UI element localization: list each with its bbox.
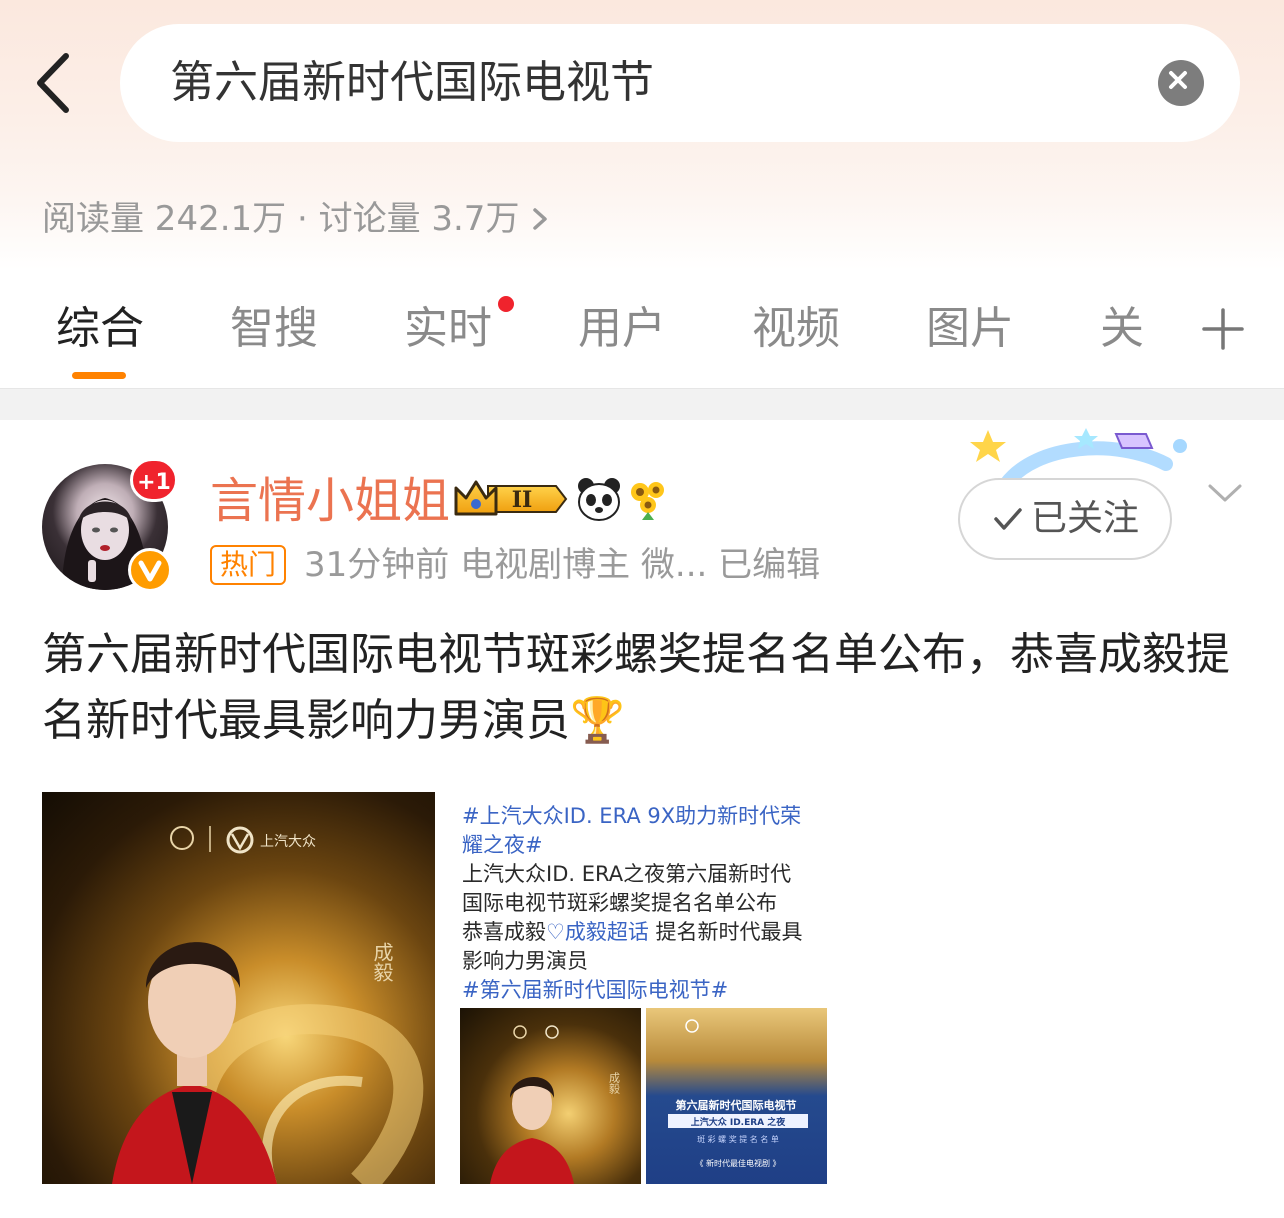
plus-icon [1202, 308, 1244, 350]
clear-icon [1169, 71, 1187, 89]
post-meta-text: 31分钟前 电视剧博主 微... 已编辑 [304, 545, 821, 585]
post-image-text-card[interactable]: #上汽大众ID. ERA 9X助力新时代荣 耀之夜# 上汽大众ID. ERA之夜… [446, 792, 840, 1184]
thumb2-award: 《 新时代最佳电视剧 》 [695, 1158, 780, 1168]
tab-smart-search[interactable]: 智搜 [230, 300, 318, 358]
post-meta: 热门 31分钟前 电视剧博主 微... 已编辑 [210, 542, 820, 588]
side-text-line: 影响力男演员 [462, 949, 588, 973]
search-input[interactable]: 第六届新时代国际电视节 [120, 24, 1240, 142]
clear-search-button[interactable] [1158, 60, 1204, 106]
follow-button-label: 已关注 [1030, 498, 1139, 539]
panda-icon [578, 478, 620, 521]
side-text-segment: 提名新时代最具 [648, 920, 803, 944]
side-text-line: 耀之夜# [462, 833, 543, 857]
super-topic-icon: ♡ [546, 920, 565, 944]
tab-realtime[interactable]: 实时 [404, 300, 492, 358]
side-thumbnail-poster: 第六届新时代国际电视节 上汽大众 ID.ERA 之夜 斑 彩 螺 奖 提 名 名… [646, 1008, 827, 1184]
tab-images[interactable]: 图片 [926, 300, 1014, 358]
post-image-main[interactable]: 上汽大众 成毅 [42, 792, 435, 1184]
image-main-name: 成毅 [370, 942, 394, 982]
topic-stats-text: 阅读量 242.1万 · 讨论量 3.7万 [42, 199, 520, 239]
side-thumbnail-portrait: 成毅 [460, 1008, 641, 1184]
avatar-notification-badge: +1 [130, 458, 178, 502]
vip-v-icon [128, 548, 172, 592]
tab-following[interactable]: 关 [1100, 300, 1144, 358]
sunflower-icon [631, 482, 664, 520]
active-tab-indicator [72, 372, 126, 379]
post-text: 第六届新时代国际电视节斑彩螺奖提名名单公布，恭喜成毅提名新时代最具影响力男演员🏆 [42, 629, 1230, 746]
username[interactable]: 言情小姐姐 [210, 470, 450, 532]
add-tab-button[interactable] [1200, 306, 1246, 352]
topic-stats-link[interactable]: 阅读量 242.1万 · 讨论量 3.7万 [42, 196, 553, 242]
chevron-right-icon [533, 208, 548, 230]
hot-tag: 热门 [210, 545, 287, 585]
crown-badge-icon: II [454, 480, 568, 516]
image-main-artwork: 上汽大众 成毅 [112, 826, 424, 1184]
svg-text:II: II [512, 487, 533, 513]
thumb2-subtitle: 上汽大众 ID.ERA 之夜 [691, 1116, 787, 1128]
tab-bar: 综合 智搜 实时 用户 视频 图片 关 [0, 290, 1284, 388]
side-text-line: 国际电视节斑彩螺奖提名名单公布 [462, 891, 777, 915]
side-text-line-mixed: 恭喜成毅♡成毅超话 提名新时代最具 [462, 918, 803, 947]
tab-videos[interactable]: 视频 [752, 300, 840, 358]
check-icon [994, 508, 1022, 530]
tab-comprehensive[interactable]: 综合 [56, 300, 144, 358]
thumb2-line: 斑 彩 螺 奖 提 名 名 单 [697, 1134, 779, 1144]
side-text-line: #上汽大众ID. ERA 9X助力新时代荣 [462, 804, 802, 828]
search-query-text: 第六届新时代国际电视节 [170, 57, 654, 108]
side-text-line: 上汽大众ID. ERA之夜第六届新时代 [462, 862, 792, 886]
image-main-brand: 上汽大众 [260, 834, 316, 850]
follow-button[interactable]: 已关注 [958, 478, 1172, 560]
section-divider [0, 388, 1284, 420]
super-topic-link: 成毅超话 [564, 920, 649, 944]
side-text-segment: 恭喜成毅 [462, 920, 546, 944]
chevron-down-icon[interactable] [1206, 478, 1244, 508]
back-chevron-icon [37, 53, 69, 113]
realtime-new-dot [498, 296, 514, 312]
thumb1-name: 成毅 [608, 1072, 621, 1095]
side-text-line: #第六届新时代国际电视节# [462, 978, 729, 1002]
tab-users[interactable]: 用户 [578, 300, 666, 358]
thumb2-title: 第六届新时代国际电视节 [676, 1098, 797, 1112]
back-button[interactable] [30, 50, 80, 116]
